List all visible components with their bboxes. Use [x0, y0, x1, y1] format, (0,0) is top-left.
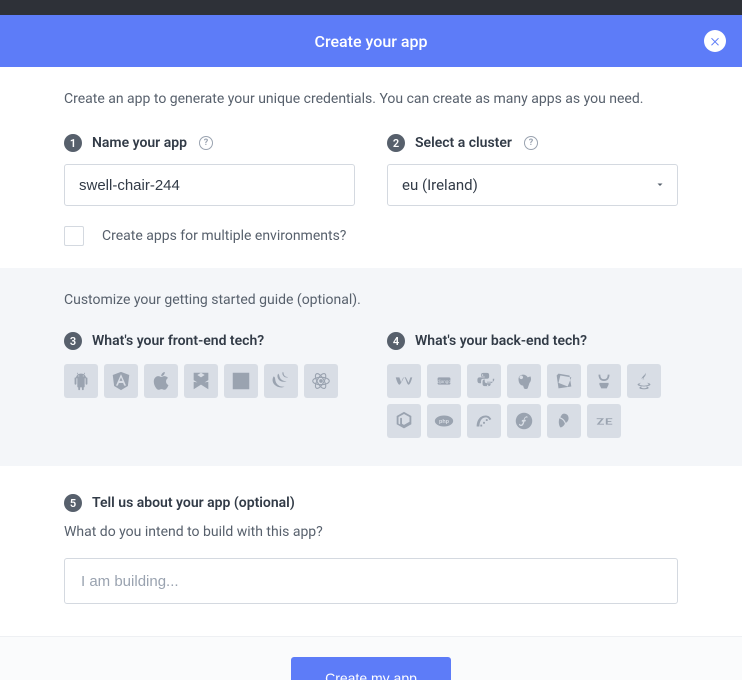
- backend-tech-group: 4 What's your back-end tech? django php: [387, 332, 678, 438]
- cluster-field-group: 2 Select a cluster ? eu (Ireland): [387, 134, 678, 206]
- step-badge-1: 1: [64, 134, 82, 152]
- dotnet-icon: [393, 370, 415, 392]
- java-icon: [633, 370, 655, 392]
- modal-header: Create your app: [0, 15, 742, 67]
- step-badge-3: 3: [64, 332, 82, 350]
- tell-subtext: What do you intend to build with this ap…: [64, 524, 678, 540]
- close-icon: [709, 35, 721, 47]
- react-icon: [310, 370, 332, 392]
- multi-env-checkbox[interactable]: [64, 226, 84, 246]
- tech-yii[interactable]: [547, 404, 581, 438]
- help-icon[interactable]: ?: [524, 136, 538, 150]
- javascript-icon: [230, 370, 252, 392]
- php-icon: php: [433, 410, 455, 432]
- symfony-icon: [513, 410, 535, 432]
- name-field-group: 1 Name your app ?: [64, 134, 355, 206]
- tech-react[interactable]: [304, 364, 338, 398]
- backend-tech-grid: django php: [387, 364, 678, 438]
- modal-footer: Create my app: [0, 636, 742, 680]
- tech-backbone[interactable]: [184, 364, 218, 398]
- tech-java[interactable]: [627, 364, 661, 398]
- nodejs-icon: [393, 410, 415, 432]
- modal-title: Create your app: [315, 32, 428, 51]
- close-button[interactable]: [704, 30, 726, 52]
- tech-apple[interactable]: [144, 364, 178, 398]
- android-icon: [70, 370, 92, 392]
- create-app-button[interactable]: Create my app: [291, 657, 451, 680]
- frontend-tech-group: 3 What's your front-end tech?: [64, 332, 355, 438]
- tech-angular[interactable]: [104, 364, 138, 398]
- rails-icon: [473, 410, 495, 432]
- step-badge-2: 2: [387, 134, 405, 152]
- help-icon[interactable]: ?: [199, 136, 213, 150]
- angular-icon: [110, 370, 132, 392]
- ruby-icon: [553, 370, 575, 392]
- step-badge-5: 5: [64, 494, 82, 512]
- tech-go[interactable]: [507, 364, 541, 398]
- svg-text:php: php: [439, 419, 450, 425]
- customize-section: Customize your getting started guide (op…: [0, 268, 742, 466]
- tech-rails[interactable]: [467, 404, 501, 438]
- tech-python[interactable]: [467, 364, 501, 398]
- tech-zend[interactable]: [587, 404, 621, 438]
- modal-viewport[interactable]: Create your app Create an app to generat…: [0, 0, 742, 680]
- tech-ruby[interactable]: [547, 364, 581, 398]
- step-badge-4: 4: [387, 332, 405, 350]
- jquery-icon: [270, 370, 292, 392]
- go-icon: [513, 370, 535, 392]
- name-field-label: Name your app: [92, 135, 187, 151]
- tech-jquery[interactable]: [264, 364, 298, 398]
- tell-section: 5 Tell us about your app (optional) What…: [0, 466, 742, 636]
- zend-icon: [593, 410, 615, 432]
- python-icon: [473, 370, 495, 392]
- frontend-tech-grid: [64, 364, 355, 398]
- tech-javascript[interactable]: [224, 364, 258, 398]
- grails-icon: [593, 370, 615, 392]
- tech-django[interactable]: django: [427, 364, 461, 398]
- multi-env-label: Create apps for multiple environments?: [102, 228, 346, 244]
- cluster-select[interactable]: eu (Ireland): [387, 164, 678, 206]
- yii-icon: [553, 410, 575, 432]
- tech-dotnet[interactable]: [387, 364, 421, 398]
- tech-nodejs[interactable]: [387, 404, 421, 438]
- backend-label: What's your back-end tech?: [415, 333, 587, 349]
- frontend-label: What's your front-end tech?: [92, 333, 264, 349]
- tell-label: Tell us about your app (optional): [92, 495, 295, 511]
- tech-grails[interactable]: [587, 364, 621, 398]
- backdrop-gap: [0, 0, 742, 15]
- django-icon: django: [433, 370, 455, 392]
- intro-text: Create an app to generate your unique cr…: [64, 89, 678, 110]
- svg-text:django: django: [437, 379, 451, 384]
- intro-section: Create an app to generate your unique cr…: [0, 67, 742, 268]
- create-app-modal: Create your app Create an app to generat…: [0, 15, 742, 680]
- tech-android[interactable]: [64, 364, 98, 398]
- backbone-icon: [190, 370, 212, 392]
- app-description-input[interactable]: [64, 558, 678, 604]
- tech-php[interactable]: php: [427, 404, 461, 438]
- cluster-selected-value: eu (Ireland): [402, 176, 478, 194]
- app-name-input[interactable]: [64, 164, 355, 206]
- tech-symfony[interactable]: [507, 404, 541, 438]
- apple-icon: [150, 370, 172, 392]
- cluster-field-label: Select a cluster: [415, 135, 512, 151]
- customize-text: Customize your getting started guide (op…: [64, 292, 678, 308]
